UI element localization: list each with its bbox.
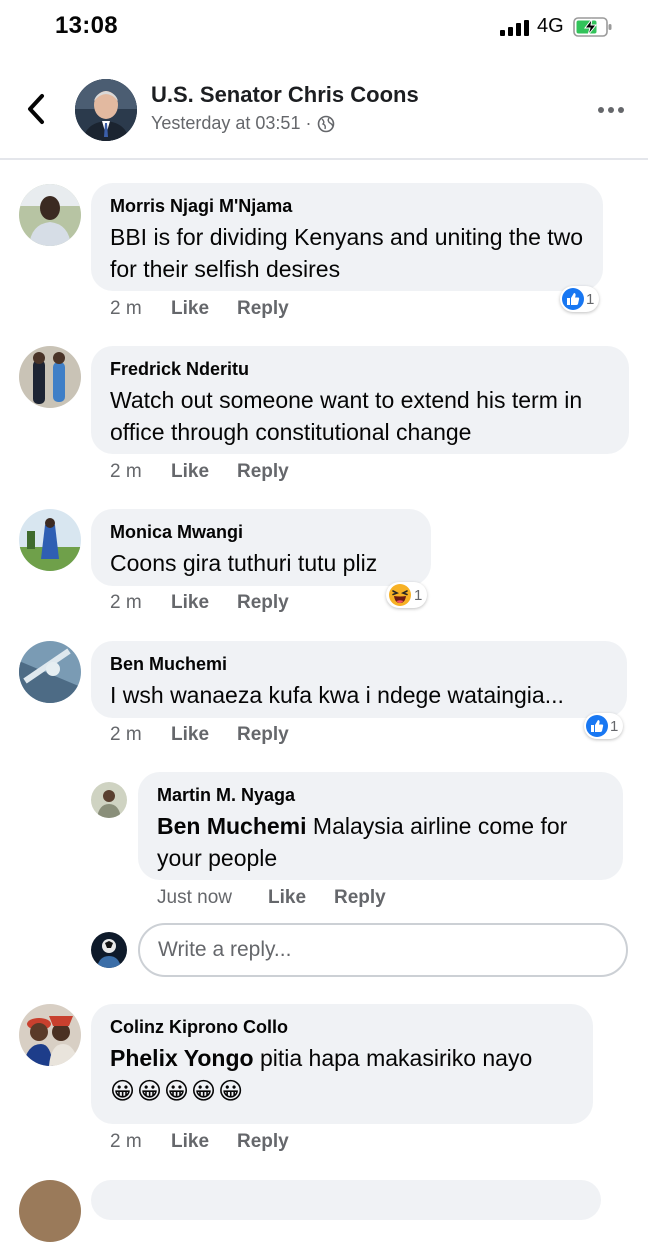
commenter-avatar[interactable] (19, 1004, 81, 1066)
reaction-count: 1 (414, 586, 423, 604)
reaction-count: 1 (610, 717, 619, 735)
comment-bubble: Morris Njagi M'Njama BBI is for dividing… (91, 183, 603, 291)
like-button[interactable]: Like (171, 1131, 237, 1153)
comment-time: 2 m (110, 724, 142, 745)
header-divider (0, 158, 648, 160)
network-type: 4G (537, 15, 564, 37)
commenter-avatar[interactable] (19, 641, 81, 703)
comment-text: Watch out someone want to extend his ter… (110, 387, 583, 445)
reply-avatar[interactable] (91, 782, 127, 818)
globe-icon (318, 115, 335, 132)
reply-button[interactable]: Reply (237, 1131, 289, 1153)
page-title[interactable]: U.S. Senator Chris Coons (151, 82, 419, 108)
post-timestamp: Yesterday at 03:51 · (151, 113, 335, 134)
comment-bubble: Fredrick Nderitu Watch out someone want … (91, 346, 629, 454)
comment-author[interactable]: Ben Muchemi (110, 653, 609, 675)
comment-time: 2 m (110, 461, 142, 482)
comment-text: Coons gira tuthuri tutu pliz (110, 550, 378, 576)
comment-author[interactable]: Fredrick Nderitu (110, 358, 611, 380)
battery-charging-icon (573, 17, 612, 37)
status-time: 13:08 (55, 12, 118, 39)
page-avatar[interactable] (75, 79, 137, 141)
mention-link[interactable]: Ben Muchemi (157, 813, 307, 839)
comment-actions: 2 m Like Reply (110, 1131, 289, 1153)
current-user-avatar (91, 932, 127, 968)
like-reaction-icon (562, 288, 584, 310)
like-reaction-icon (586, 715, 608, 737)
comment-actions: 2 m Like Reply (110, 461, 289, 483)
mention-link[interactable]: Phelix Yongo (110, 1045, 254, 1071)
signal-icon (500, 20, 529, 36)
commenter-avatar[interactable] (19, 184, 81, 246)
like-button[interactable]: Like (268, 887, 334, 909)
back-chevron-icon[interactable] (22, 92, 52, 126)
reply-time: Just now (157, 887, 232, 908)
comment-body: pitia hapa makasiriko nayo (253, 1045, 533, 1071)
reply-button[interactable]: Reply (237, 298, 289, 320)
reaction-summary[interactable]: 1 (584, 713, 624, 739)
timestamp-text: Yesterday at 03:51 · (151, 113, 312, 133)
reaction-summary[interactable]: 1 (560, 286, 600, 312)
reply-button[interactable]: Reply (237, 724, 289, 746)
comment-text: Phelix Yongo pitia hapa makasiriko nayo (110, 1042, 575, 1074)
comment-actions: 2 m Like Reply (110, 298, 289, 320)
reply-button[interactable]: Reply (237, 461, 289, 483)
reply-button[interactable]: Reply (237, 592, 289, 614)
commenter-avatar[interactable] (19, 346, 81, 408)
reply-author[interactable]: Martin M. Nyaga (157, 784, 605, 806)
commenter-avatar[interactable] (19, 1180, 81, 1242)
like-button[interactable]: Like (171, 461, 237, 483)
comment-bubble (91, 1180, 601, 1220)
comment-bubble: Ben Muchemi I wsh wanaeza kufa kwa i nde… (91, 641, 627, 718)
commenter-avatar[interactable] (19, 509, 81, 571)
more-options-icon[interactable] (596, 101, 626, 119)
like-button[interactable]: Like (171, 592, 237, 614)
reaction-count: 1 (586, 290, 595, 308)
comment-time: 2 m (110, 1131, 142, 1152)
comment-author[interactable]: Morris Njagi M'Njama (110, 195, 585, 217)
write-reply-input[interactable]: Write a reply... (138, 923, 628, 977)
like-button[interactable]: Like (171, 298, 237, 320)
comment-actions: 2 m Like Reply (110, 592, 289, 614)
emoji-row: 😀😀😀😀😀 (110, 1078, 246, 1105)
comment-actions: 2 m Like Reply (110, 724, 289, 746)
comment-author[interactable]: Monica Mwangi (110, 521, 413, 543)
comment-time: 2 m (110, 298, 142, 319)
comment-bubble: Colinz Kiprono Collo Phelix Yongo pitia … (91, 1004, 593, 1124)
comment-author[interactable]: Colinz Kiprono Collo (110, 1016, 575, 1038)
like-button[interactable]: Like (171, 724, 237, 746)
reply-bubble: Martin M. Nyaga Ben Muchemi Malaysia air… (138, 772, 623, 880)
reply-actions: Just now Like Reply (157, 887, 386, 909)
reaction-summary[interactable]: 1 (386, 582, 428, 608)
comment-time: 2 m (110, 592, 142, 613)
reply-button[interactable]: Reply (334, 887, 386, 909)
reply-text: Ben Muchemi Malaysia airline come for yo… (157, 810, 605, 874)
comment-text: I wsh wanaeza kufa kwa i ndege wataingia… (110, 682, 564, 708)
comment-bubble: Monica Mwangi Coons gira tuthuri tutu pl… (91, 509, 431, 586)
comment-text: BBI is for dividing Kenyans and uniting … (110, 224, 584, 282)
haha-reaction-icon (389, 584, 411, 606)
